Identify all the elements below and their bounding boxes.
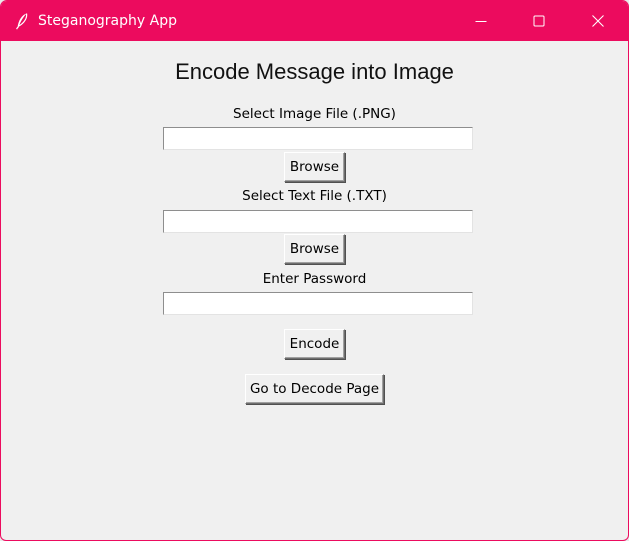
maximize-button[interactable] (510, 1, 568, 41)
text-file-input[interactable] (163, 210, 473, 233)
close-button[interactable] (569, 1, 627, 41)
feather-icon (16, 13, 28, 30)
browse-image-button[interactable]: Browse (284, 152, 345, 182)
window-title: Steganography App (38, 13, 177, 29)
text-file-label: Select Text File (.TXT) (242, 188, 387, 204)
browse-text-button[interactable]: Browse (284, 234, 345, 264)
password-input[interactable] (163, 292, 473, 315)
maximize-icon (533, 15, 545, 27)
encode-button[interactable]: Encode (284, 329, 345, 359)
password-label: Enter Password (262, 271, 367, 287)
minimize-button[interactable] (452, 1, 510, 41)
title-bar[interactable]: Steganography App (1, 1, 628, 41)
image-file-input[interactable] (163, 127, 473, 150)
encode-page: Encode Message into Image Select Image F… (1, 41, 628, 540)
decode-page-button[interactable]: Go to Decode Page (245, 374, 384, 404)
minimize-icon (475, 21, 487, 22)
image-file-label: Select Image File (.PNG) (233, 106, 396, 122)
app-window: Steganography App Encode Message into Im… (0, 0, 629, 541)
page-title: Encode Message into Image (175, 59, 454, 84)
close-icon (592, 15, 604, 27)
